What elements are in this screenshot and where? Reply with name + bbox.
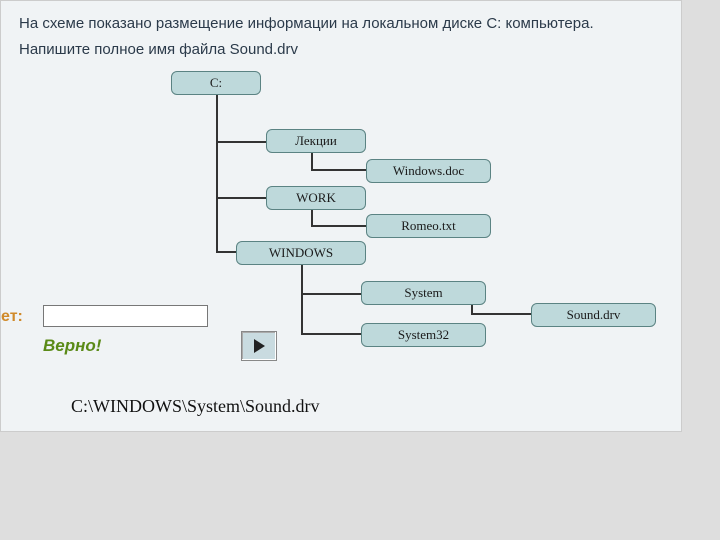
connector [216, 251, 236, 253]
connector [301, 263, 303, 335]
play-button[interactable] [241, 331, 277, 361]
node-romeo-txt: Romeo.txt [366, 214, 491, 238]
instruction-text: На схеме показано размещение информации … [19, 11, 661, 62]
node-system32: System32 [361, 323, 486, 347]
connector [301, 333, 361, 335]
connector [301, 293, 361, 295]
connector [311, 225, 366, 227]
node-system: System [361, 281, 486, 305]
tree-diagram: C: Лекции Windows.doc WORK Romeo.txt WIN… [1, 71, 681, 381]
connector [311, 169, 366, 171]
feedback-text: Верно! [43, 336, 101, 356]
connector [216, 197, 266, 199]
node-windows-doc: Windows.doc [366, 159, 491, 183]
exercise-panel: На схеме показано размещение информации … [0, 0, 682, 432]
answer-input[interactable] [43, 305, 208, 327]
node-c-drive: C: [171, 71, 261, 95]
solution-text: C:\WINDOWS\System\Sound.drv [71, 396, 320, 417]
answer-label: ет: [1, 308, 23, 326]
connector [216, 95, 218, 253]
play-icon [254, 339, 265, 353]
connector [216, 141, 266, 143]
node-sound-drv: Sound.drv [531, 303, 656, 327]
connector [471, 313, 531, 315]
node-windows: WINDOWS [236, 241, 366, 265]
node-work: WORK [266, 186, 366, 210]
node-lektsii: Лекции [266, 129, 366, 153]
